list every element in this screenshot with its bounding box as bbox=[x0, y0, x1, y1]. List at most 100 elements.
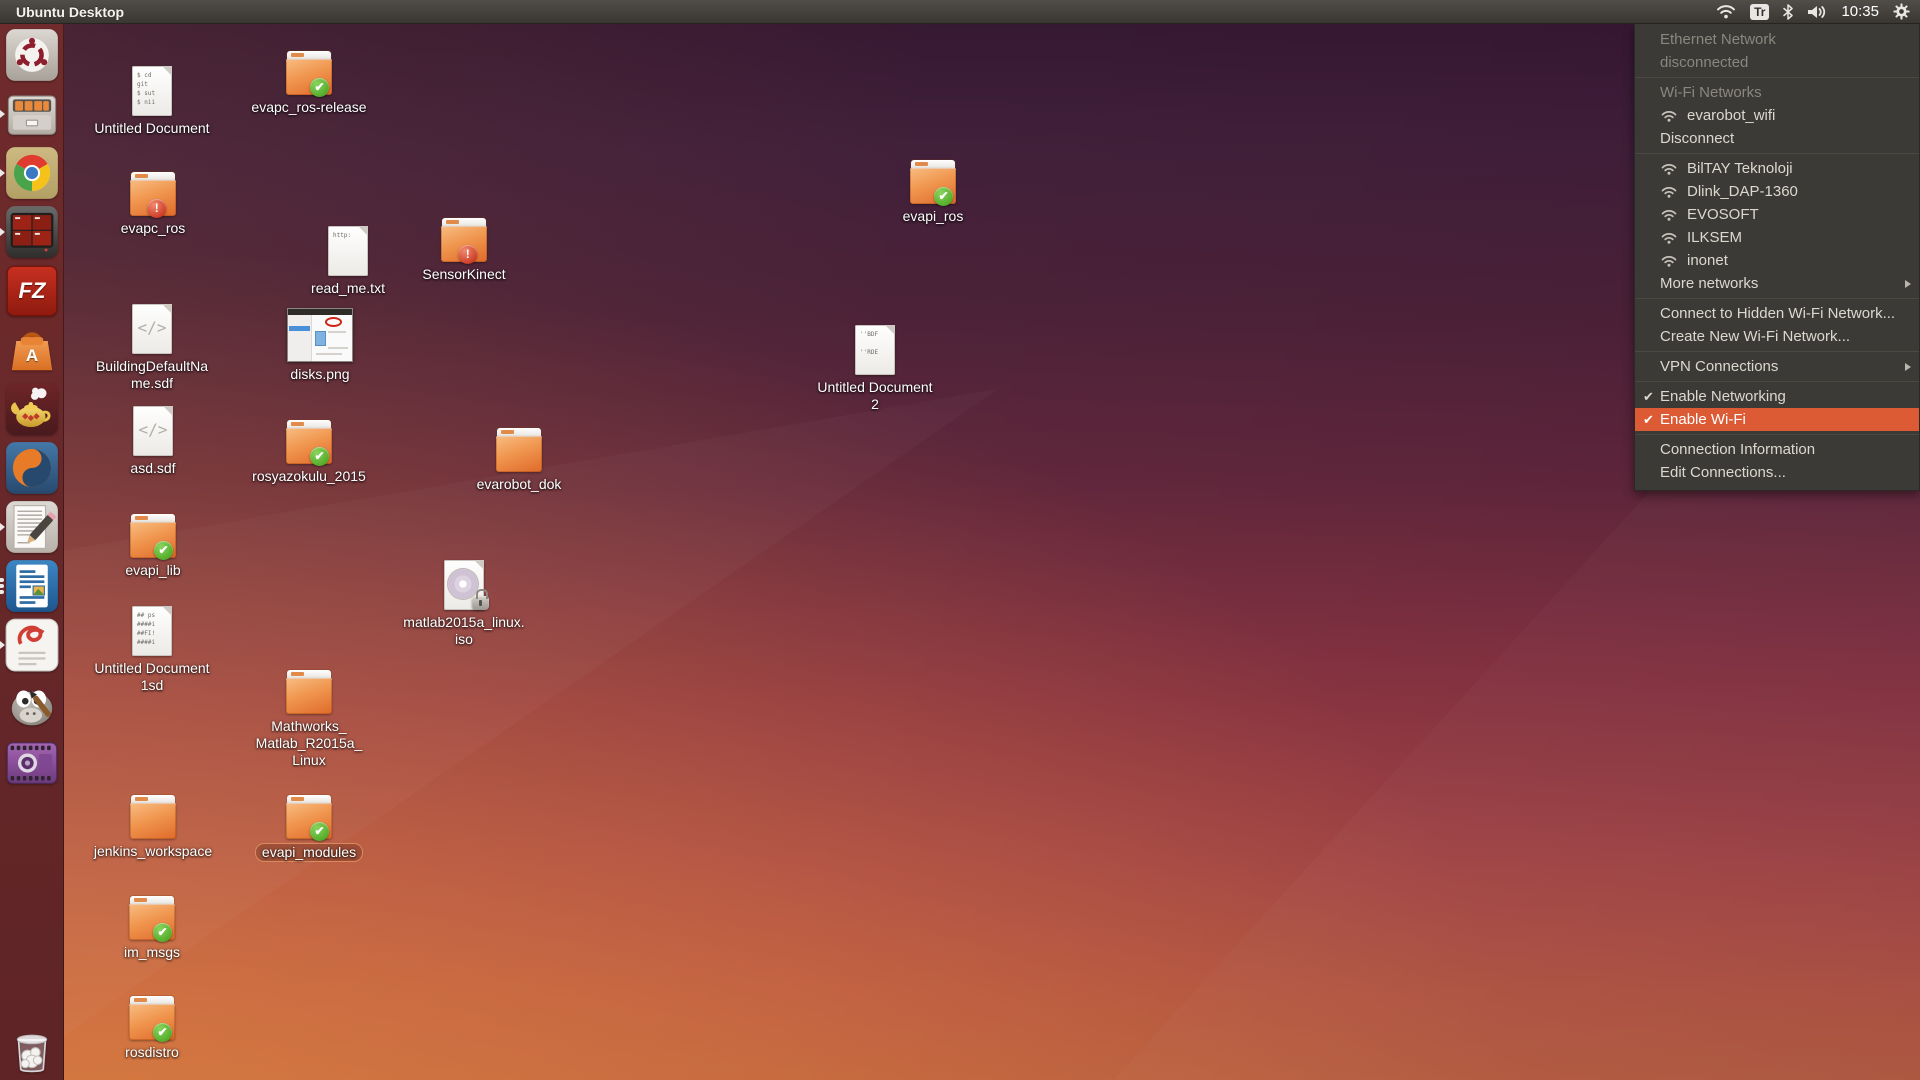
launcher-libreoffice-writer[interactable] bbox=[5, 559, 59, 613]
menu-item-create-new-wi-fi-network[interactable]: Create New Wi-Fi Network... bbox=[1635, 325, 1919, 348]
file-label: BuildingDefaultName.sdf bbox=[90, 358, 214, 392]
menu-item-label: Enable Wi-Fi bbox=[1660, 411, 1746, 428]
launcher-file-manager[interactable] bbox=[5, 87, 59, 141]
file-label: evapc_ros-release bbox=[245, 99, 372, 116]
menu-item-label: inonet bbox=[1687, 252, 1728, 269]
wifi-signal-icon bbox=[1661, 110, 1677, 122]
check-emblem-icon bbox=[310, 447, 329, 466]
desktop-icon-jenkins-workspace[interactable]: jenkins_workspace bbox=[78, 795, 228, 860]
launcher-terminal[interactable] bbox=[5, 205, 59, 259]
menu-item-vpn-connections[interactable]: VPN Connections bbox=[1635, 355, 1919, 378]
menu-item-evarobot-wifi[interactable]: evarobot_wifi bbox=[1635, 104, 1919, 127]
launcher-chrome[interactable] bbox=[5, 146, 59, 200]
wifi-indicator-icon[interactable] bbox=[1716, 4, 1736, 19]
menu-item-more-networks[interactable]: More networks bbox=[1635, 272, 1919, 295]
launcher-gimp[interactable] bbox=[5, 677, 59, 731]
desktop-icon-evapc-ros-release[interactable]: evapc_ros-release bbox=[234, 51, 384, 116]
folder-icon bbox=[130, 795, 176, 839]
desktop-icon-untitled-document[interactable]: $ cd git $ sut $ nii Untitled Document bbox=[77, 66, 227, 137]
menu-separator bbox=[1635, 298, 1919, 299]
file-label: jenkins_workspace bbox=[88, 843, 218, 860]
libreoffice-writer-icon bbox=[5, 559, 59, 613]
text-editor-icon bbox=[5, 500, 59, 554]
keyboard-layout-indicator[interactable]: Tr bbox=[1750, 4, 1769, 20]
desktop-icon-asd-sdf[interactable]: </>asd.sdf bbox=[78, 406, 228, 477]
menu-item-wi-fi-networks: Wi-Fi Networks bbox=[1635, 81, 1919, 104]
menu-item-enable-networking[interactable]: Enable Networking bbox=[1635, 385, 1919, 408]
desktop-icon-mathworks-matlab-r2015a-linux[interactable]: Mathworks_Matlab_R2015a_Linux bbox=[234, 670, 384, 769]
menu-item-biltay-teknoloji[interactable]: BilTAY Teknoloji bbox=[1635, 157, 1919, 180]
file-label: evarobot_dok bbox=[471, 476, 568, 493]
submenu-arrow-icon bbox=[1905, 363, 1911, 371]
desktop-icon-untitled-document-2[interactable]: ''BDF ''RDEUntitled Document2 bbox=[800, 325, 950, 413]
check-emblem-icon bbox=[154, 541, 173, 560]
image-thumbnail-icon bbox=[287, 308, 353, 362]
menu-item-ilksem[interactable]: ILKSEM bbox=[1635, 226, 1919, 249]
launcher-dash-home[interactable] bbox=[5, 28, 59, 82]
desktop-icon-evarobot-dok[interactable]: evarobot_dok bbox=[444, 428, 594, 493]
menu-item-label: Dlink_DAP-1360 bbox=[1687, 183, 1798, 200]
menu-item-label: More networks bbox=[1660, 275, 1758, 292]
desktop-icon-untitled-document-1sd[interactable]: ## ps ####i ##FI! ####iUntitled Document… bbox=[77, 606, 227, 694]
launcher-video-editor[interactable] bbox=[5, 736, 59, 790]
file-label: evapi_ros bbox=[897, 208, 970, 225]
launcher-software-center[interactable]: A bbox=[5, 323, 59, 377]
menu-item-connection-information[interactable]: Connection Information bbox=[1635, 438, 1919, 461]
menu-item-label: BilTAY Teknoloji bbox=[1687, 160, 1793, 177]
launcher-document-viewer[interactable] bbox=[5, 618, 59, 672]
folder-icon bbox=[286, 51, 332, 95]
running-indicator-multi bbox=[0, 578, 4, 594]
check-emblem-icon bbox=[153, 1023, 172, 1042]
menu-item-evosoft[interactable]: EVOSOFT bbox=[1635, 203, 1919, 226]
menu-item-edit-connections[interactable]: Edit Connections... bbox=[1635, 461, 1919, 484]
clock[interactable]: 10:35 bbox=[1841, 3, 1879, 20]
trash-icon bbox=[5, 1022, 59, 1076]
bluetooth-indicator-icon[interactable] bbox=[1783, 4, 1793, 20]
launcher-lamp-app[interactable] bbox=[5, 382, 59, 436]
folder-icon bbox=[129, 996, 175, 1040]
desktop-icon-im-msgs[interactable]: im_msgs bbox=[77, 896, 227, 961]
desktop-icon-evapc-ros[interactable]: evapc_ros bbox=[78, 172, 228, 237]
folder-icon bbox=[441, 218, 487, 262]
ubuntu-logo-icon bbox=[5, 28, 59, 82]
file-label: Untitled Document bbox=[88, 120, 215, 137]
volume-indicator-icon[interactable] bbox=[1807, 4, 1827, 20]
menu-item-enable-wi-fi[interactable]: Enable Wi-Fi bbox=[1635, 408, 1919, 431]
menu-item-label: Disconnect bbox=[1660, 130, 1734, 147]
desktop-icon-evapi-ros[interactable]: evapi_ros bbox=[858, 160, 1008, 225]
file-label: rosyazokulu_2015 bbox=[246, 468, 372, 485]
file-label: SensorKinect bbox=[416, 266, 511, 283]
menu-item-inonet[interactable]: inonet bbox=[1635, 249, 1919, 272]
desktop-icon-evapi-lib[interactable]: evapi_lib bbox=[78, 514, 228, 579]
session-gear-icon[interactable] bbox=[1893, 3, 1910, 20]
desktop-icon-rosdistro[interactable]: rosdistro bbox=[77, 996, 227, 1061]
desktop-icon-buildingdefaultname-sdf[interactable]: </> BuildingDefaultName.sdf bbox=[77, 304, 227, 392]
desktop-icon-evapi-modules[interactable]: evapi_modules bbox=[234, 795, 384, 862]
check-emblem-icon bbox=[153, 923, 172, 942]
ubuntu-desktop-screen: Ubuntu Desktop Tr bbox=[0, 0, 1920, 1080]
text-file-icon: </> bbox=[133, 406, 173, 456]
menu-item-label: Enable Networking bbox=[1660, 388, 1786, 405]
folder-icon bbox=[910, 160, 956, 204]
file-label: disks.png bbox=[284, 366, 355, 383]
desktop-icon-matlab2015a-linux-iso[interactable]: matlab2015a_linux.iso bbox=[389, 560, 539, 648]
file-label: im_msgs bbox=[118, 944, 186, 961]
text-file-icon: http: bbox=[328, 226, 368, 276]
launcher-filezilla[interactable]: FZ bbox=[5, 264, 59, 318]
desktop-icon-rosyazokulu-2015[interactable]: rosyazokulu_2015 bbox=[234, 420, 384, 485]
folder-icon bbox=[286, 420, 332, 464]
text-file-icon: $ cd git $ sut $ nii bbox=[132, 66, 172, 116]
desktop-icon-disks-png[interactable]: disks.png bbox=[245, 306, 395, 383]
launcher-trash[interactable] bbox=[5, 1022, 59, 1076]
text-file-icon: </> bbox=[132, 304, 172, 354]
menu-item-disconnect[interactable]: Disconnect bbox=[1635, 127, 1919, 150]
menu-item-dlink-dap-1360[interactable]: Dlink_DAP-1360 bbox=[1635, 180, 1919, 203]
desktop-icon-sensorkinect[interactable]: SensorKinect bbox=[389, 218, 539, 283]
file-label: evapi_modules bbox=[255, 843, 363, 862]
active-app-title: Ubuntu Desktop bbox=[16, 4, 124, 20]
menu-item-disconnected: disconnected bbox=[1635, 51, 1919, 74]
menu-item-label: Wi-Fi Networks bbox=[1660, 84, 1762, 101]
launcher-text-editor[interactable] bbox=[5, 500, 59, 554]
menu-item-connect-to-hidden-wi-fi-network[interactable]: Connect to Hidden Wi-Fi Network... bbox=[1635, 302, 1919, 325]
launcher-modeling-app[interactable] bbox=[5, 441, 59, 495]
